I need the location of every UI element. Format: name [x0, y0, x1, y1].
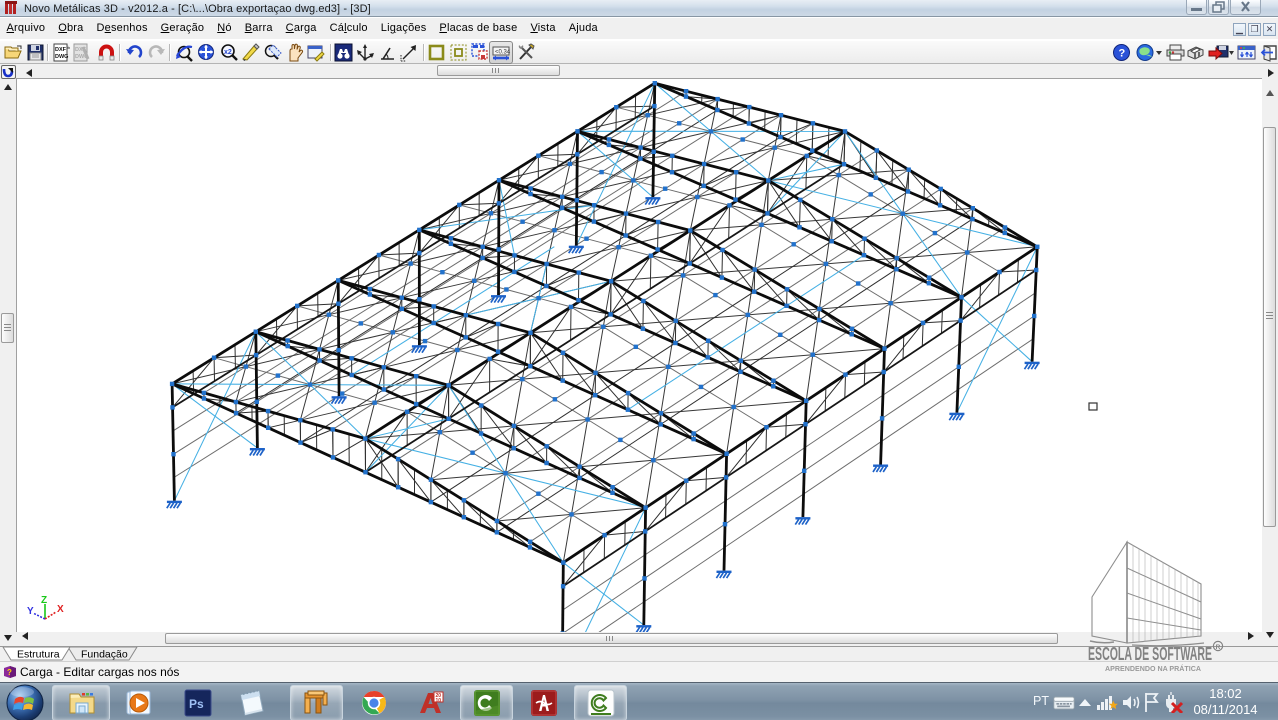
svg-text:?: ? [7, 668, 12, 677]
svg-text:X: X [57, 604, 64, 615]
svg-text:10: 10 [436, 698, 442, 704]
svg-text:x2: x2 [224, 49, 232, 56]
svg-text:DXF: DXF [55, 47, 67, 53]
svg-text:Z: Z [41, 595, 47, 606]
svg-text:Fundação: Fundação [81, 649, 128, 661]
svg-text:Estrutura: Estrutura [17, 649, 60, 661]
svg-text:DWG: DWG [55, 54, 68, 60]
svg-text:Ps: Ps [189, 697, 204, 711]
svg-text:Y: Y [27, 606, 34, 617]
svg-text:?: ? [1119, 48, 1126, 60]
svg-text:<0.34: <0.34 [495, 50, 511, 56]
